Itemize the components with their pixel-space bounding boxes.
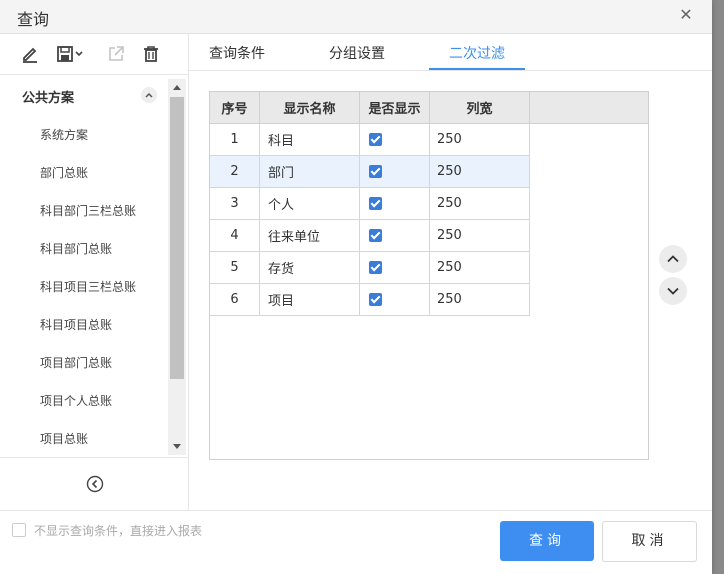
cell-seq: 3 (210, 187, 260, 220)
tab-query-conditions[interactable]: 查询条件 (209, 43, 265, 63)
header-width: 列宽 (429, 92, 530, 124)
scheme-item[interactable]: 科目项目总账 (40, 316, 112, 333)
header-seq: 序号 (210, 92, 260, 124)
scroll-down-arrow-icon[interactable] (173, 444, 181, 449)
move-down-button[interactable] (659, 277, 687, 305)
table-row[interactable]: 1 科目 250 (210, 123, 530, 156)
collapse-panel-icon[interactable] (86, 475, 104, 493)
delete-icon[interactable] (140, 43, 162, 65)
table-row[interactable]: 3 个人 250 (210, 187, 530, 220)
cell-width[interactable]: 250 (429, 123, 530, 156)
cell-name[interactable]: 项目 (259, 283, 360, 316)
scheme-scrollbar[interactable] (168, 79, 186, 455)
settings-panel: 查询条件 分组设置 二次过滤 序号 显示名称 是否显示 列宽 1 科目 250 … (189, 34, 712, 510)
cell-seq: 1 (210, 123, 260, 156)
table-row[interactable]: 5 存货 250 (210, 251, 530, 284)
query-dialog: 查询 ✕ 公共方案 系统方案 部门总账 科目部门三栏总账 科目部门总账 科目项目… (0, 0, 712, 574)
cell-show (359, 187, 430, 220)
export-icon[interactable] (105, 43, 127, 65)
tab-secondary-filter[interactable]: 二次过滤 (449, 43, 505, 63)
footer-divider (0, 510, 712, 511)
scheme-item[interactable]: 科目项目三栏总账 (40, 278, 136, 295)
scheme-toolbar (0, 34, 188, 75)
cell-seq: 4 (210, 219, 260, 252)
cell-name[interactable]: 存货 (259, 251, 360, 284)
move-up-button[interactable] (659, 245, 687, 273)
show-checkbox[interactable] (369, 261, 382, 274)
cell-name[interactable]: 部门 (259, 155, 360, 188)
show-checkbox[interactable] (369, 165, 382, 178)
scrollbar-thumb[interactable] (170, 97, 184, 379)
grid-header-filler (530, 92, 648, 124)
cell-name[interactable]: 往来单位 (259, 219, 360, 252)
cell-show (359, 219, 430, 252)
cell-width[interactable]: 250 (429, 251, 530, 284)
show-checkbox[interactable] (369, 133, 382, 146)
chevron-down-icon (667, 287, 679, 295)
scheme-panel: 公共方案 系统方案 部门总账 科目部门三栏总账 科目部门总账 科目项目三栏总账 … (0, 34, 189, 510)
query-button[interactable]: 查询 (500, 521, 594, 561)
save-icon[interactable] (55, 43, 87, 65)
cell-name[interactable]: 科目 (259, 123, 360, 156)
close-icon[interactable]: ✕ (678, 7, 694, 23)
cell-seq: 6 (210, 283, 260, 316)
show-checkbox[interactable] (369, 229, 382, 242)
cell-width[interactable]: 250 (429, 187, 530, 220)
tab-bar: 查询条件 分组设置 二次过滤 (189, 34, 712, 71)
tab-grouping[interactable]: 分组设置 (329, 43, 385, 63)
cell-show (359, 123, 430, 156)
cell-width[interactable]: 250 (429, 219, 530, 252)
table-row[interactable]: 6 项目 250 (210, 283, 530, 316)
chevron-up-icon (667, 255, 679, 263)
skip-conditions-label: 不显示查询条件，直接进入报表 (34, 524, 203, 538)
dialog-titlebar: 查询 ✕ (0, 0, 712, 34)
active-tab-indicator (429, 68, 525, 70)
scheme-item[interactable]: 项目个人总账 (40, 392, 112, 409)
cell-seq: 2 (210, 155, 260, 188)
table-row[interactable]: 4 往来单位 250 (210, 219, 530, 252)
show-checkbox[interactable] (369, 197, 382, 210)
show-checkbox[interactable] (369, 293, 382, 306)
cell-width[interactable]: 250 (429, 283, 530, 316)
header-show: 是否显示 (359, 92, 430, 124)
table-row[interactable]: 2 部门 250 (210, 155, 530, 188)
edit-icon[interactable] (19, 43, 41, 65)
header-name: 显示名称 (259, 92, 360, 124)
column-grid: 序号 显示名称 是否显示 列宽 1 科目 250 2 部门 250 3 个人 2… (209, 91, 649, 460)
cell-show (359, 251, 430, 284)
scheme-item[interactable]: 科目部门三栏总账 (40, 202, 136, 219)
scroll-up-arrow-icon[interactable] (173, 85, 181, 90)
cell-show (359, 155, 430, 188)
cancel-button[interactable]: 取消 (602, 521, 697, 562)
scheme-item[interactable]: 项目部门总账 (40, 354, 112, 371)
table-header-row: 序号 显示名称 是否显示 列宽 (210, 92, 530, 124)
scheme-item[interactable]: 系统方案 (40, 126, 88, 143)
chevron-up-icon[interactable] (141, 87, 157, 103)
column-table: 序号 显示名称 是否显示 列宽 1 科目 250 2 部门 250 3 个人 2… (210, 92, 530, 316)
cell-width[interactable]: 250 (429, 155, 530, 188)
skip-conditions-checkbox[interactable] (12, 523, 26, 537)
scheme-item[interactable]: 部门总账 (40, 164, 88, 181)
scheme-group-title: 公共方案 (22, 91, 75, 106)
divider (0, 457, 188, 458)
dialog-title: 查询 (17, 10, 50, 29)
cell-show (359, 283, 430, 316)
scheme-group-header[interactable]: 公共方案 (0, 82, 168, 110)
scheme-item[interactable]: 科目部门总账 (40, 240, 112, 257)
scheme-item[interactable]: 项目总账 (40, 430, 88, 447)
cell-name[interactable]: 个人 (259, 187, 360, 220)
cell-seq: 5 (210, 251, 260, 284)
